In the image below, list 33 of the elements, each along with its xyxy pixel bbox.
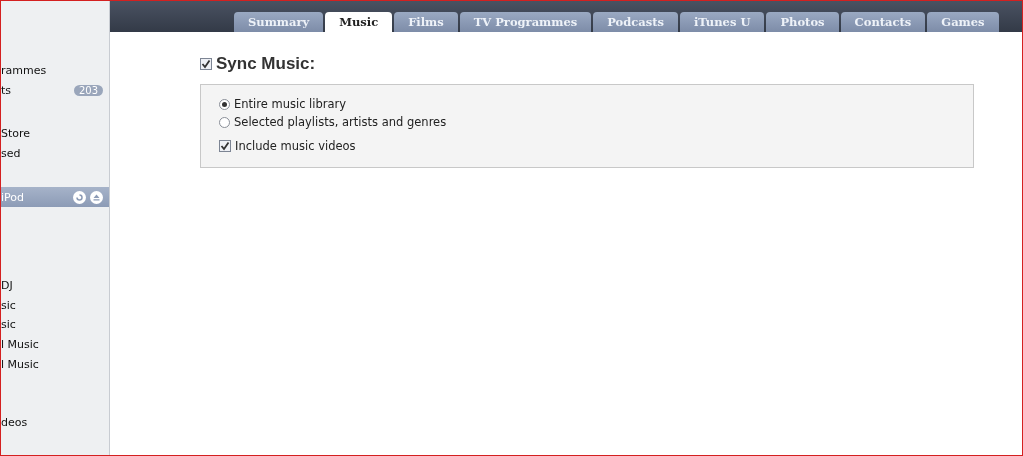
sidebar-item-label: iPod: [1, 190, 25, 204]
sidebar-item-label: DJ: [1, 279, 14, 293]
sidebar-item-label: l Music: [1, 338, 40, 352]
sidebar-item[interactable]: deos: [1, 412, 109, 433]
sidebar-item-label: sed: [1, 147, 22, 161]
radio-button[interactable]: [219, 98, 230, 110]
sidebar-item[interactable]: Store: [1, 124, 109, 144]
sidebar-item-label: sic: [1, 318, 17, 332]
sidebar-item[interactable]: sic: [1, 315, 109, 335]
radio-button[interactable]: [219, 116, 230, 128]
sidebar-item[interactable]: ts 203: [1, 80, 109, 101]
sidebar-item[interactable]: l Music: [1, 334, 109, 355]
sidebar-item-label: Store: [1, 127, 32, 141]
sidebar-item-label: ts: [1, 83, 13, 97]
sidebar-item-label: deos: [1, 416, 29, 430]
checkbox[interactable]: [200, 58, 212, 70]
sidebar-item[interactable]: sic: [1, 295, 109, 316]
checkbox[interactable]: [219, 140, 231, 152]
count-badge: 203: [73, 84, 103, 96]
sidebar-item[interactable]: rammes: [1, 61, 109, 81]
option-label: Selected playlists, artists and genres: [234, 115, 447, 129]
sidebar-item[interactable]: l Music: [1, 354, 109, 374]
sidebar-item-label: rammes: [1, 64, 48, 78]
sidebar-item[interactable]: DJ: [1, 275, 109, 296]
sync-icon[interactable]: [73, 190, 86, 204]
eject-icon[interactable]: [90, 190, 103, 204]
section-title: Sync Music:: [216, 54, 316, 74]
sidebar-item-label: sic: [1, 298, 17, 312]
tab[interactable]: Music: [325, 12, 393, 32]
sidebar-item-label: l Music: [1, 357, 40, 371]
option-label: Entire music library: [234, 97, 347, 111]
sidebar-item[interactable]: sed: [1, 143, 109, 164]
option-label: Include music videos: [235, 139, 356, 153]
